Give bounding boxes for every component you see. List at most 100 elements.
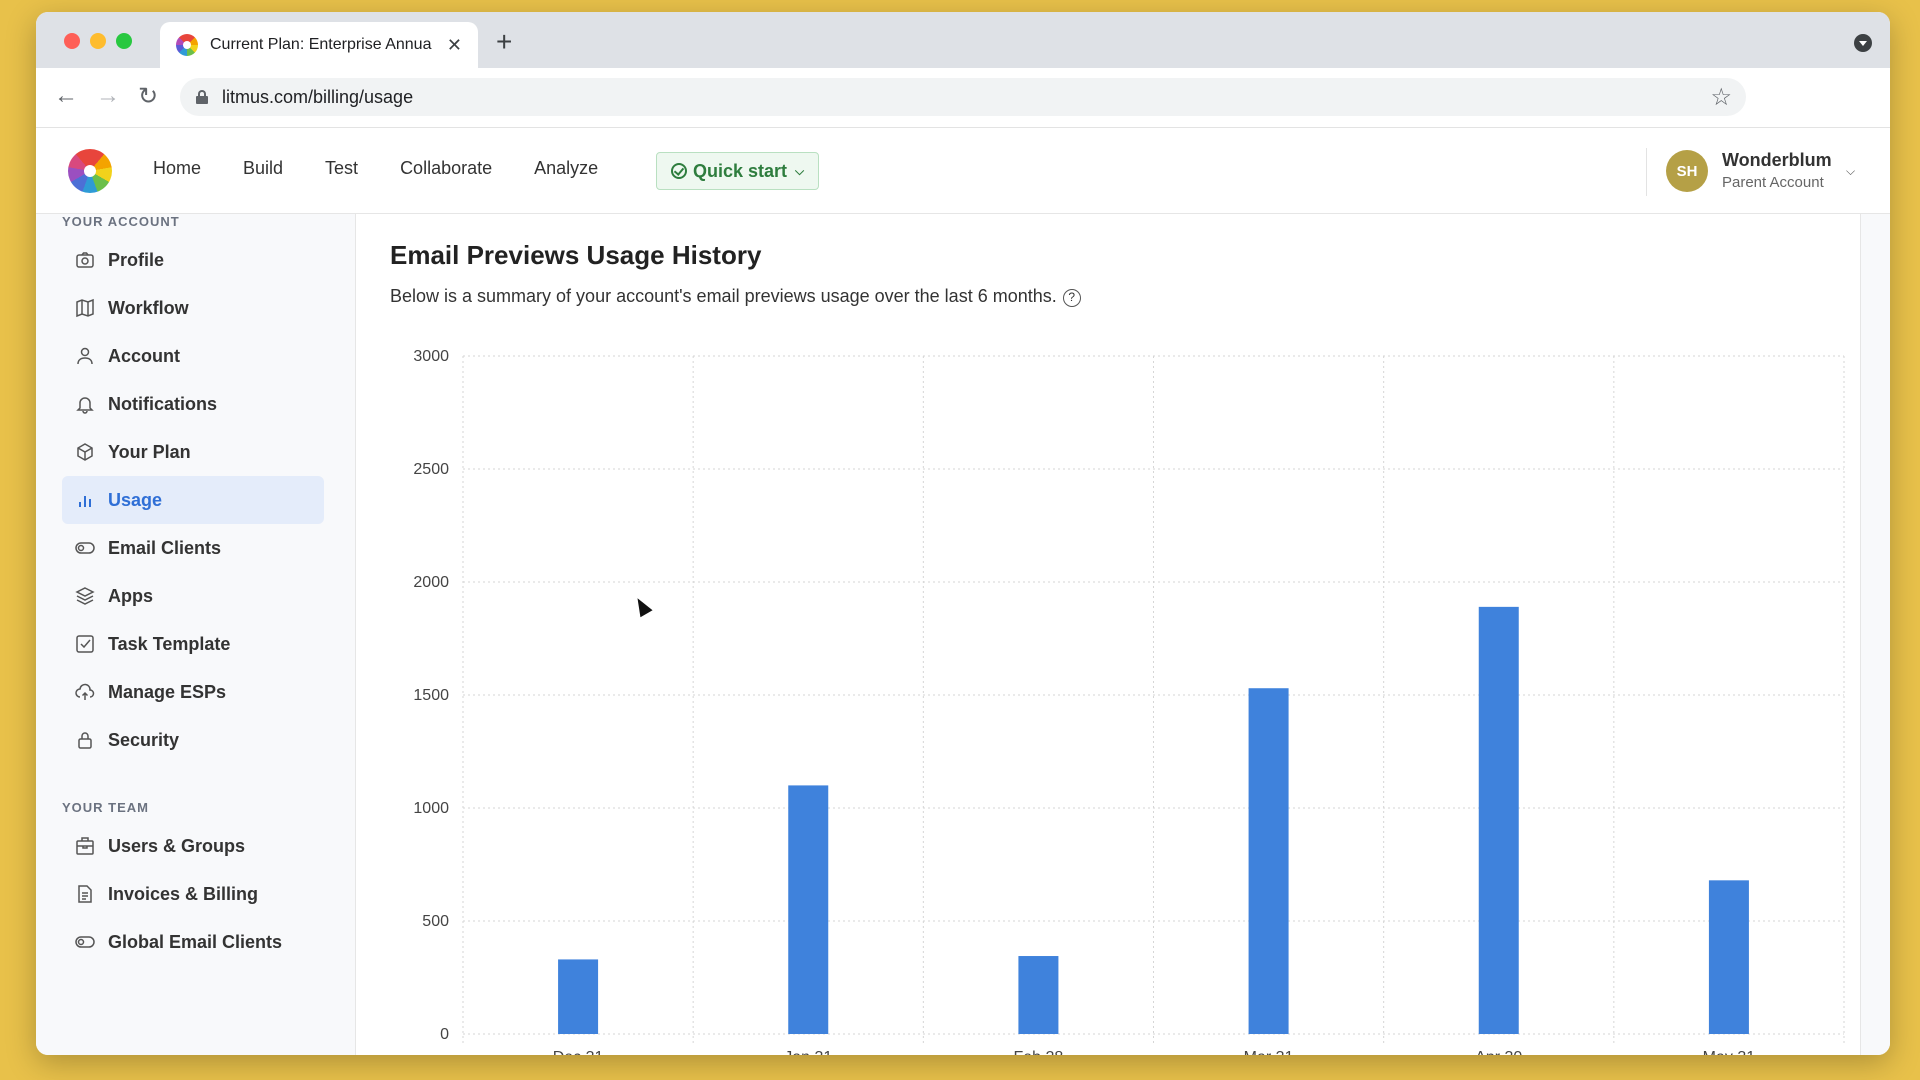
- y-tick-label: 500: [422, 913, 449, 930]
- sidebar-item-email-clients[interactable]: Email Clients: [62, 524, 324, 572]
- y-tick-label: 1500: [413, 687, 449, 704]
- x-tick-label: May 31: [1703, 1049, 1756, 1055]
- sidebar-item-notifications[interactable]: Notifications: [62, 380, 324, 428]
- lock-icon: [74, 729, 96, 751]
- user-role: Parent Account: [1722, 174, 1824, 191]
- map-icon: [74, 297, 96, 319]
- sidebar-item-account[interactable]: Account: [62, 332, 324, 380]
- new-tab-icon[interactable]: +: [496, 26, 512, 58]
- bookmark-star-icon[interactable]: ☆: [1710, 83, 1732, 112]
- section-heading-your-account: YOUR ACCOUNT: [62, 214, 180, 229]
- bell-icon: [74, 393, 96, 415]
- nav-test[interactable]: Test: [325, 158, 358, 179]
- app-header: Home Build Test Collaborate Analyze Quic…: [36, 128, 1890, 214]
- nav-home[interactable]: Home: [153, 158, 201, 179]
- sidebar-item-label: Notifications: [108, 393, 218, 414]
- toggle-icon: [74, 537, 96, 559]
- sidebar-item-label: Account: [108, 345, 180, 366]
- sidebar-item-profile[interactable]: Profile: [62, 236, 324, 284]
- layers-icon: [74, 585, 96, 607]
- secure-lock-icon: [196, 90, 208, 104]
- address-bar[interactable]: litmus.com/billing/usage ☆: [180, 78, 1746, 116]
- bar-chart-icon: [74, 489, 96, 511]
- litmus-logo[interactable]: [68, 149, 112, 193]
- sidebar-item-users-groups[interactable]: Users & Groups: [62, 822, 324, 870]
- x-tick-label: Feb 28: [1014, 1049, 1064, 1055]
- bar-feb-28: [1018, 956, 1059, 1034]
- sidebar-item-label: Security: [108, 729, 180, 750]
- back-arrow-icon[interactable]: ←: [54, 82, 78, 110]
- main-content: Email Previews Usage History Below is a …: [356, 214, 1860, 1055]
- tab-search-icon[interactable]: [1854, 34, 1872, 52]
- page-title: Email Previews Usage History: [390, 240, 762, 270]
- sidebar-item-label: Profile: [108, 249, 165, 270]
- browser-toolbar: ← → ↻ litmus.com/billing/usage ☆: [36, 68, 1890, 128]
- forward-arrow-icon[interactable]: →: [96, 82, 120, 110]
- sidebar-item-task-template[interactable]: Task Template: [62, 620, 324, 668]
- top-nav: Home Build Test Collaborate Analyze: [153, 158, 640, 179]
- sidebar-item-label: Invoices & Billing: [108, 883, 259, 904]
- nav-collaborate[interactable]: Collaborate: [400, 158, 492, 179]
- close-window-button[interactable]: [64, 33, 80, 49]
- x-tick-label: Dec 31: [553, 1049, 604, 1055]
- y-tick-label: 3000: [413, 348, 449, 365]
- chevron-down-icon[interactable]: ⌵: [1846, 164, 1855, 179]
- quick-start-button[interactable]: Quick start ⌵: [656, 152, 820, 190]
- avatar[interactable]: SH: [1666, 150, 1708, 192]
- bar-jan-31: [788, 785, 829, 1034]
- sidebar-item-workflow[interactable]: Workflow: [62, 284, 324, 332]
- tab-title: Current Plan: Enterprise Annua: [210, 36, 432, 53]
- sidebar-item-label: Your Plan: [108, 441, 191, 462]
- box-icon: [74, 441, 96, 463]
- camera-icon: [74, 249, 96, 271]
- check-circle-icon: [671, 163, 687, 179]
- checkbox-icon: [74, 633, 96, 655]
- sidebar-item-invoices-billing[interactable]: Invoices & Billing: [62, 870, 324, 918]
- person-icon: [74, 345, 96, 367]
- page-subtitle-text: Below is a summary of your account's ema…: [390, 286, 1057, 306]
- x-tick-label: Jan 31: [784, 1049, 832, 1055]
- cloud-upload-icon: [74, 681, 96, 703]
- sidebar-item-label: Email Clients: [108, 537, 222, 558]
- y-tick-label: 2000: [413, 574, 449, 591]
- sidebar-item-manage-esps[interactable]: Manage ESPs: [62, 668, 324, 716]
- y-tick-label: 2500: [413, 461, 449, 478]
- browser-tab[interactable]: Current Plan: Enterprise Annua ✕: [160, 22, 478, 68]
- sidebar-item-usage[interactable]: Usage: [62, 476, 324, 524]
- y-tick-label: 0: [440, 1026, 449, 1043]
- usage-bar-chart: 0 500 1000 1500 2000 2500 3000 Dec 31 Jan 31 Feb …: [413, 348, 1845, 1055]
- tab-strip: Current Plan: Enterprise Annua ✕ +: [36, 12, 1890, 68]
- building-icon: [74, 835, 96, 857]
- bar-mar-31: [1248, 688, 1289, 1034]
- sidebar-item-label: Users & Groups: [108, 835, 246, 856]
- sidebar-item-label: Manage ESPs: [108, 681, 227, 702]
- nav-analyze[interactable]: Analyze: [534, 158, 598, 179]
- sidebar-item-your-plan[interactable]: Your Plan: [62, 428, 324, 476]
- section-heading-your-team: YOUR TEAM: [62, 800, 149, 815]
- sidebar: YOUR ACCOUNT Profile Workflow Account No…: [36, 214, 356, 1055]
- sidebar-item-label: Task Template: [108, 633, 231, 654]
- sidebar-item-label: Usage: [108, 489, 163, 510]
- help-circle-icon[interactable]: ?: [1062, 289, 1081, 307]
- chevron-down-icon: ⌵: [795, 163, 805, 178]
- reload-icon[interactable]: ↻: [138, 82, 158, 111]
- divider: [1646, 148, 1647, 196]
- sidebar-item-label: Apps: [108, 585, 153, 606]
- user-name[interactable]: Wonderblum: [1722, 150, 1832, 171]
- close-tab-icon[interactable]: ✕: [447, 35, 462, 56]
- bar-apr-30: [1478, 606, 1519, 1034]
- toggle-icon: [74, 931, 96, 953]
- document-icon: [74, 883, 96, 905]
- litmus-favicon-icon: [176, 34, 198, 56]
- quick-start-label: Quick start: [693, 160, 788, 181]
- sidebar-item-security[interactable]: Security: [62, 716, 324, 764]
- bar-may-31: [1708, 880, 1749, 1034]
- sidebar-item-apps[interactable]: Apps: [62, 572, 324, 620]
- sidebar-item-label: Workflow: [108, 297, 189, 318]
- x-tick-label: Mar 31: [1244, 1049, 1294, 1055]
- minimize-window-button[interactable]: [90, 33, 106, 49]
- url-text: litmus.com/billing/usage: [222, 87, 414, 107]
- sidebar-item-global-email-clients[interactable]: Global Email Clients: [62, 918, 324, 966]
- nav-build[interactable]: Build: [243, 158, 283, 179]
- maximize-window-button[interactable]: [116, 33, 132, 49]
